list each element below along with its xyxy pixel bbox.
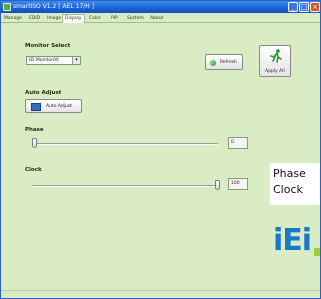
- phase-slider-track[interactable]: [32, 143, 218, 145]
- window-title: smartISO V1.2 [ AEL 17/H ]: [13, 3, 95, 10]
- minimize-button[interactable]: _: [288, 2, 298, 12]
- auto-adjust-button[interactable]: Auto Adjust: [25, 99, 82, 113]
- logo-green-square: [314, 248, 320, 256]
- refresh-icon: [210, 60, 216, 66]
- iei-logo: iEi: [273, 223, 320, 259]
- clock-slider-track[interactable]: [32, 185, 218, 187]
- status-strip: [1, 290, 320, 298]
- clock-label: Clock: [25, 167, 42, 173]
- auto-adjust-button-label: Auto Adjust: [46, 104, 72, 109]
- annotation-clock: Clock: [273, 183, 303, 196]
- refresh-button[interactable]: Refresh: [205, 54, 243, 70]
- monitor-select-dropdown[interactable]: IEI Monitor00 ▾: [26, 56, 81, 65]
- app-icon: [3, 3, 11, 11]
- monitor-icon: [31, 103, 41, 111]
- annotation-phase: Phase: [273, 167, 306, 180]
- monitor-select-label: Monitor Select: [25, 43, 71, 49]
- auto-adjust-label: Auto Adjust: [25, 90, 62, 96]
- tab-display[interactable]: Display: [62, 14, 85, 23]
- tab-system[interactable]: System: [125, 15, 146, 23]
- tab-bar: Manage EDID Image Display Color PIP Syst…: [1, 14, 320, 23]
- tab-color[interactable]: Color: [87, 15, 103, 23]
- phase-slider-thumb[interactable]: [32, 138, 37, 148]
- clock-slider-thumb[interactable]: [215, 180, 220, 190]
- apply-all-button[interactable]: Apply All: [259, 45, 291, 77]
- refresh-button-label: Refresh: [220, 60, 237, 65]
- close-button[interactable]: ×: [310, 2, 320, 12]
- app-window: smartISO V1.2 [ AEL 17/H ] _ □ × Manage …: [0, 0, 321, 299]
- annotation-box: Phase Clock: [269, 163, 320, 205]
- title-bar: smartISO V1.2 [ AEL 17/H ] _ □ ×: [1, 1, 320, 13]
- tab-image[interactable]: Image: [45, 15, 63, 23]
- clock-value[interactable]: 100: [228, 178, 248, 190]
- tab-pip[interactable]: PIP: [109, 15, 120, 23]
- chevron-down-icon[interactable]: ▾: [72, 57, 80, 64]
- monitor-select-value: IEI Monitor00: [29, 58, 59, 63]
- tab-about[interactable]: About: [148, 15, 165, 23]
- running-man-icon: [270, 49, 282, 63]
- phase-label: Phase: [25, 127, 44, 133]
- logo-text: iEi: [273, 223, 312, 258]
- phase-value[interactable]: 0: [228, 137, 248, 149]
- maximize-button[interactable]: □: [299, 2, 309, 12]
- tab-manage[interactable]: Manage: [2, 15, 24, 23]
- apply-all-label: Apply All: [265, 69, 285, 74]
- tab-edid[interactable]: EDID: [27, 15, 42, 23]
